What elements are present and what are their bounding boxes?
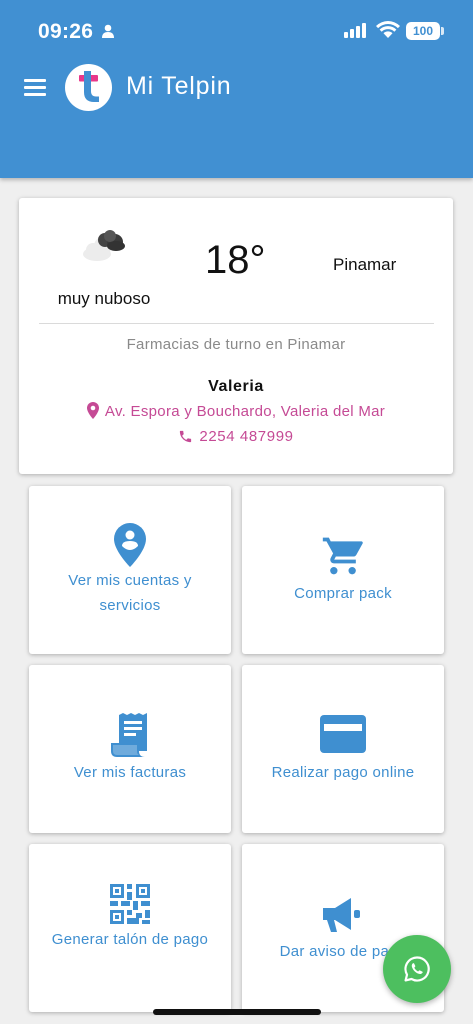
tile-buy-pack[interactable]: Comprar pack [242,486,444,654]
battery-icon: 100 [406,22,440,40]
weather-condition: muy nuboso [57,289,151,308]
pharmacy-heading: Farmacias de turno en Pinamar [126,336,346,353]
home-indicator [153,1009,321,1015]
pharmacy-name: Valeria [208,378,264,395]
whatsapp-button[interactable] [383,935,451,1003]
hamburger-menu-button[interactable] [22,76,48,98]
location-pin-icon [86,402,99,419]
tile-label: Realizar pago online [271,764,415,781]
pharmacy-phone-text: 2254 487999 [199,428,294,445]
cellular-signal-icon [344,32,348,38]
battery-nub [441,27,444,35]
cloudy-icon [83,230,125,261]
telpin-logo [65,64,112,111]
tile-label: Ver mis cuentas y servicios [68,572,192,614]
weather-card: muy nuboso 18° Pinamar Farmacias de turn… [19,198,453,474]
tile-accounts-services[interactable]: Ver mis cuentas y servicios [29,486,231,654]
tile-label: Comprar pack [294,585,392,602]
status-bar: 09:26 100 [0,0,473,62]
tile-invoices[interactable]: Ver mis facturas [29,665,231,833]
receipt-icon [29,713,231,759]
pharmacy-address-link[interactable]: Av. Espora y Bouchardo, Valeria del Mar [19,402,453,420]
city-name: Pinamar [333,255,397,274]
person-icon [102,24,114,38]
temperature: 18° [205,238,266,282]
qr-code-icon [29,884,231,924]
tile-label: Ver mis facturas [73,764,187,781]
megaphone-icon [242,898,444,934]
whatsapp-icon [404,956,430,982]
pharmacy-phone-link[interactable]: 2254 487999 [19,428,453,445]
pharmacy-address-text: Av. Espora y Bouchardo, Valeria del Mar [104,403,386,420]
location-person-icon [29,523,231,567]
phone-icon [180,430,192,443]
divider [39,323,434,324]
signal-wifi-icons [344,21,400,38]
cart-icon [242,534,444,578]
credit-card-icon [242,715,444,753]
tile-pay-online[interactable]: Realizar pago online [242,665,444,833]
tile-payment-slip[interactable]: Generar talón de pago [29,844,231,1012]
app-header: 09:26 100 Mi Telpin [0,0,473,178]
status-time: 09:26 [38,20,94,43]
wifi-icon [383,31,393,38]
tile-label: Generar talón de pago [51,931,209,948]
app-title: Mi Telpin [126,72,232,100]
